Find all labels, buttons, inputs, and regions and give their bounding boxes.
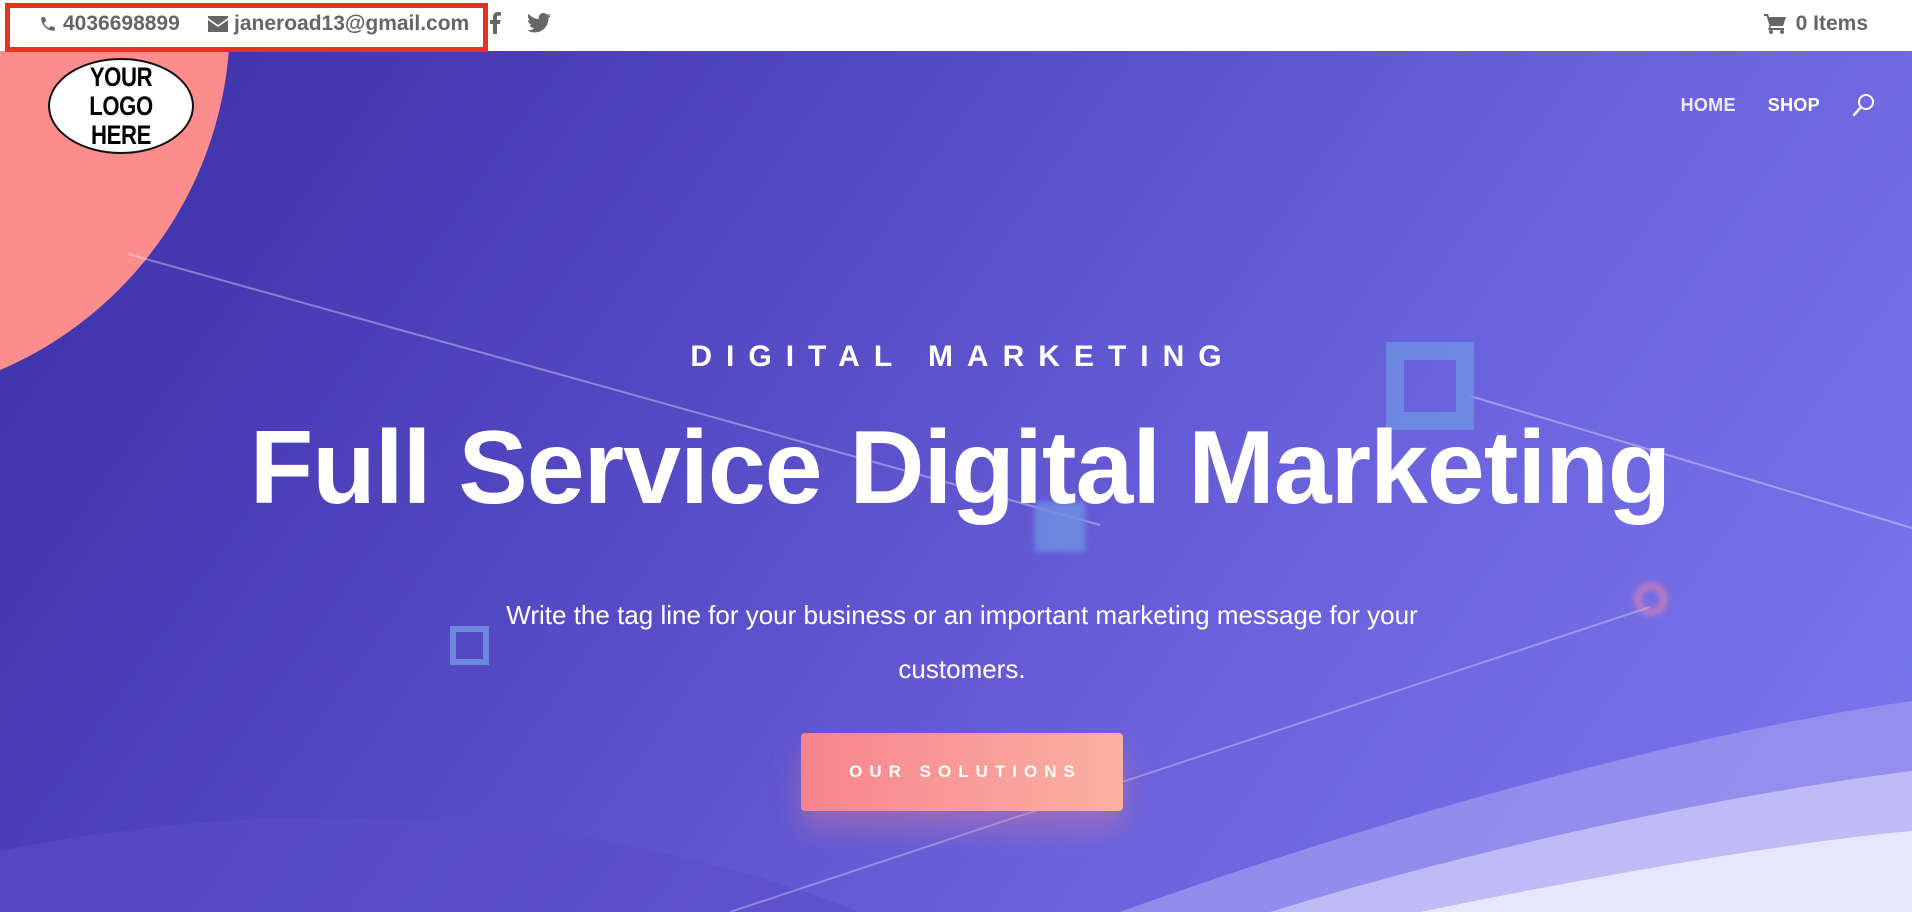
hero-eyebrow: DIGITAL MARKETING	[690, 340, 1236, 373]
facebook-icon[interactable]	[489, 11, 501, 35]
email-address: janeroad13@gmail.com	[234, 12, 470, 35]
bottom-wave-dark	[0, 817, 860, 912]
phone-icon	[41, 17, 55, 31]
cart-icon	[1763, 14, 1786, 34]
site-logo[interactable]: YOUR LOGO HERE	[48, 58, 194, 154]
envelope-icon	[208, 16, 228, 32]
hero-headline: Full Service Digital Marketing	[249, 410, 1672, 526]
phone-contact[interactable]: 4036698899	[39, 10, 180, 38]
our-solutions-button[interactable]: OUR SOLUTIONS	[801, 733, 1123, 811]
nav-item-home[interactable]: HOME	[1681, 95, 1736, 116]
cta-label: OUR SOLUTIONS	[849, 762, 1082, 781]
main-nav: HOME SHOP	[1681, 93, 1876, 117]
nav-item-shop[interactable]: SHOP	[1768, 95, 1820, 116]
phone-number: 4036698899	[63, 12, 180, 35]
search-icon[interactable]	[1852, 93, 1876, 117]
logo-text: YOUR LOGO HERE	[89, 61, 153, 150]
hero-tagline: Write the tag line for your business or …	[506, 600, 1418, 684]
cart-link[interactable]: 0 Items	[1763, 10, 1868, 38]
ring-shape	[1634, 582, 1668, 616]
twitter-icon[interactable]	[527, 11, 551, 35]
cart-count: 0 Items	[1795, 12, 1868, 35]
top-bar: 4036698899 janeroad13@gmail.com 0 Items	[0, 0, 1912, 52]
email-contact[interactable]: janeroad13@gmail.com	[208, 10, 469, 38]
